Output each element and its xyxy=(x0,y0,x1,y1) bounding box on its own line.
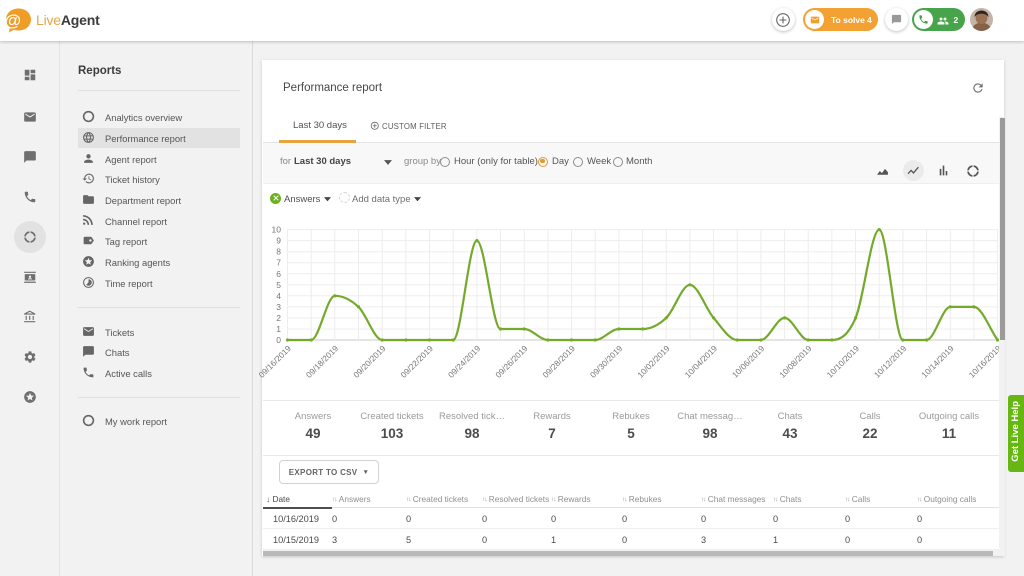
svg-text:0: 0 xyxy=(276,335,281,345)
svg-text:1: 1 xyxy=(276,324,281,334)
svg-text:09/30/2019: 09/30/2019 xyxy=(588,343,625,380)
svg-text:10/12/2019: 10/12/2019 xyxy=(872,343,909,380)
svg-text:09/16/2019: 09/16/2019 xyxy=(256,343,293,380)
svg-text:10/10/2019: 10/10/2019 xyxy=(825,343,862,380)
svg-text:09/26/2019: 09/26/2019 xyxy=(493,343,530,380)
svg-text:9: 9 xyxy=(276,236,281,246)
svg-text:09/24/2019: 09/24/2019 xyxy=(446,343,483,380)
svg-text:10/08/2019: 10/08/2019 xyxy=(777,343,814,380)
svg-text:09/18/2019: 09/18/2019 xyxy=(304,343,341,380)
svg-text:10/14/2019: 10/14/2019 xyxy=(919,343,956,380)
svg-text:4: 4 xyxy=(276,291,281,301)
svg-text:2: 2 xyxy=(276,313,281,323)
svg-text:10: 10 xyxy=(272,225,282,235)
svg-text:@: @ xyxy=(5,11,22,30)
svg-text:7: 7 xyxy=(276,258,281,268)
svg-text:3: 3 xyxy=(276,302,281,312)
svg-text:8: 8 xyxy=(276,247,281,257)
svg-text:09/28/2019: 09/28/2019 xyxy=(540,343,577,380)
svg-text:09/20/2019: 09/20/2019 xyxy=(351,343,388,380)
svg-text:10/02/2019: 10/02/2019 xyxy=(635,343,672,380)
svg-text:10/06/2019: 10/06/2019 xyxy=(730,343,767,380)
svg-text:10/16/2019: 10/16/2019 xyxy=(967,343,1004,380)
svg-text:10/04/2019: 10/04/2019 xyxy=(683,343,720,380)
svg-text:5: 5 xyxy=(276,280,281,290)
svg-text:09/22/2019: 09/22/2019 xyxy=(398,343,435,380)
svg-text:6: 6 xyxy=(276,269,281,279)
